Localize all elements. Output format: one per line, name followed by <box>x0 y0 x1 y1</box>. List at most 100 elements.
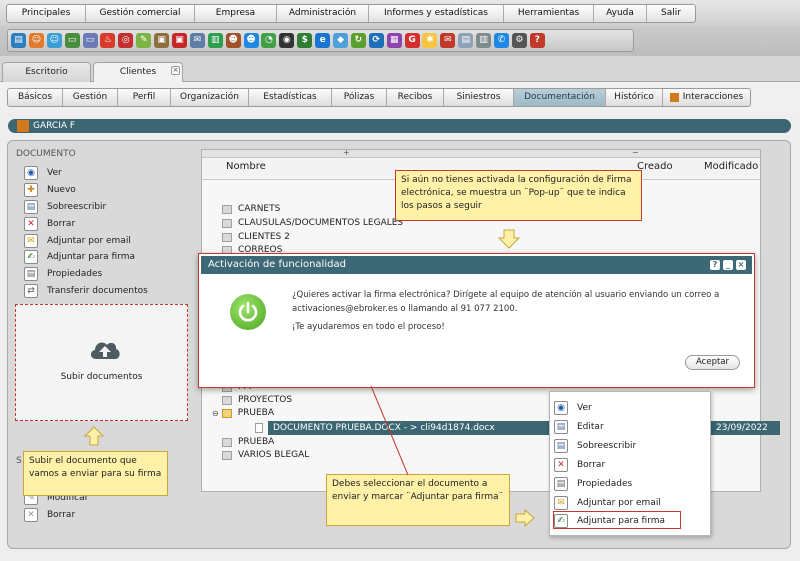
action-propiedades[interactable]: ▤ Propiedades <box>24 266 102 281</box>
phone-icon[interactable]: ✆ <box>494 33 510 48</box>
subtab-perfil[interactable]: Perfil <box>118 89 171 106</box>
menu-salir[interactable]: Salir <box>647 5 695 22</box>
action-adjuntar-email[interactable]: ✉ Adjuntar por email <box>24 233 131 248</box>
refresh-icon[interactable]: ↻ <box>350 33 366 48</box>
navigation-icon[interactable]: ◆ <box>333 33 349 48</box>
menu-herramientas[interactable]: Herramientas <box>504 5 594 22</box>
close-tab-icon[interactable]: × <box>171 66 180 75</box>
ctx-propiedades[interactable]: ▤ Propiedades <box>554 475 632 492</box>
subtab-interacciones[interactable]: Interacciones <box>663 89 750 106</box>
envelope-icon[interactable]: ✉ <box>440 33 456 48</box>
ctx-adjuntar-email[interactable]: ✉ Adjuntar por email <box>554 494 661 511</box>
action-sobreescribir[interactable]: ▤ Sobreescribir <box>24 199 106 214</box>
subtab-recibos[interactable]: Recibos <box>387 89 444 106</box>
sync-icon[interactable]: ⟳ <box>368 33 384 48</box>
google-icon[interactable]: G <box>404 33 420 48</box>
tab-clientes[interactable]: Clientes × <box>93 62 183 83</box>
action-sobreescribir-label: Sobreescribir <box>47 201 107 212</box>
folder-prueba-open[interactable]: ⊖ PRUEBA <box>212 407 274 419</box>
menu-principales[interactable]: Principales <box>7 5 86 22</box>
contact-icon[interactable]: ☺ <box>46 33 62 48</box>
subtab-estadisticas[interactable]: Estadísticas <box>249 89 332 106</box>
action-transferir[interactable]: ⇄ Transferir documentos <box>24 283 148 298</box>
target-icon[interactable]: ◎ <box>118 33 134 48</box>
eye-icon: ◉ <box>24 165 38 180</box>
ctx-ver[interactable]: ◉ Ver <box>554 399 592 416</box>
ctx-adjuntar-email-label: Adjuntar por email <box>577 497 661 508</box>
subtab-organizacion[interactable]: Organización <box>171 89 249 106</box>
lightbulb-icon[interactable]: ✱ <box>422 33 438 48</box>
eye-icon: ◉ <box>554 400 568 415</box>
action-borrar-2[interactable]: ✕ Borrar <box>24 507 75 522</box>
help-icon[interactable]: ? <box>529 33 545 48</box>
properties-icon: ▤ <box>24 266 38 281</box>
plug-icon[interactable]: ⚙ <box>511 33 527 48</box>
tab-escritorio[interactable]: Escritorio <box>2 62 91 82</box>
users-icon[interactable]: ☻ <box>243 33 259 48</box>
tree-collapse-icon[interactable]: ⊖ <box>212 409 219 418</box>
pencil-icon[interactable]: ✎ <box>136 33 152 48</box>
screen-icon[interactable]: ▭ <box>82 33 98 48</box>
subtab-basicos[interactable]: Básicos <box>8 89 63 106</box>
email-attach-icon: ✉ <box>554 495 568 510</box>
stamp-icon[interactable]: ✉ <box>189 33 205 48</box>
subtab-historico[interactable]: Histórico <box>606 89 663 106</box>
callout-upload: Subir el documento que vamos a enviar pa… <box>23 451 168 496</box>
delete-disabled-icon: ✕ <box>24 507 38 522</box>
folder-clausulas[interactable]: CLAUSULAS/DOCUMENTOS LEGALES <box>222 217 403 229</box>
browser-icon[interactable]: e <box>315 33 331 48</box>
upload-dropzone[interactable]: Subir documentos <box>15 304 188 421</box>
subtab-siniestros[interactable]: Siniestros <box>444 89 514 106</box>
column-modificado[interactable]: Modificado <box>704 161 758 172</box>
ctx-borrar[interactable]: ✕ Borrar <box>554 456 605 473</box>
folder-carnets[interactable]: CARNETS <box>222 203 280 215</box>
minimize-icon[interactable]: _ <box>723 260 733 270</box>
money-icon[interactable]: $ <box>297 33 313 48</box>
close-icon[interactable]: × <box>736 260 746 270</box>
briefcase-icon[interactable]: ▣ <box>154 33 170 48</box>
edit-document-icon: ▤ <box>554 419 568 434</box>
menu-administracion[interactable]: Administración <box>277 5 369 22</box>
menu-empresa[interactable]: Empresa <box>195 5 277 22</box>
fire-icon[interactable]: ♨ <box>100 33 116 48</box>
person-icon[interactable]: ☺ <box>28 33 44 48</box>
ctx-adjuntar-firma[interactable]: ✍ Adjuntar para firma <box>554 512 665 529</box>
action-adjuntar-firma[interactable]: ✍ Adjuntar para firma <box>24 249 135 264</box>
subtab-polizas[interactable]: Pólizas <box>332 89 387 106</box>
column-nombre[interactable]: Nombre <box>226 161 266 172</box>
document-file[interactable] <box>255 422 269 434</box>
accept-button[interactable]: Aceptar <box>685 355 740 370</box>
main-menubar: Principales Gestión comercial Empresa Ad… <box>0 0 800 26</box>
chart-icon[interactable]: ◔ <box>261 33 277 48</box>
documents-icon[interactable]: ▤ <box>11 33 26 48</box>
ctx-editar[interactable]: ▤ Editar <box>554 418 604 435</box>
subtab-documentacion[interactable]: Documentación <box>514 89 606 106</box>
card-icon[interactable]: ▭ <box>64 33 80 48</box>
folder-prueba-2[interactable]: PRUEBA <box>222 436 274 448</box>
action-borrar[interactable]: ✕ Borrar <box>24 216 75 231</box>
calendar-icon[interactable]: ▦ <box>386 33 402 48</box>
dialog-title: Activación de funcionalidad <box>208 259 346 270</box>
ctx-sobreescribir[interactable]: ▤ Sobreescribir <box>554 437 636 454</box>
action-ver[interactable]: ◉ Ver <box>24 165 62 180</box>
folder-clientes2[interactable]: CLIENTES 2 <box>222 231 290 243</box>
building-icon[interactable]: ▥ <box>207 33 223 48</box>
agent-icon[interactable]: ☻ <box>225 33 241 48</box>
menu-ayuda[interactable]: Ayuda <box>594 5 647 22</box>
clipboard-icon[interactable]: ▥ <box>476 33 492 48</box>
gauge-icon[interactable]: ◉ <box>279 33 295 48</box>
folder-proyectos[interactable]: PROYECTOS <box>222 394 292 406</box>
menu-informes[interactable]: Informes y estadísticas <box>369 5 504 22</box>
expand-icon[interactable]: + <box>343 148 350 157</box>
note-icon[interactable]: ▤ <box>458 33 474 48</box>
subtab-gestion[interactable]: Gestión <box>63 89 118 106</box>
action-nuevo[interactable]: ✚ Nuevo <box>24 182 76 197</box>
collapse-icon[interactable]: − <box>632 148 639 157</box>
folder-icon <box>222 395 232 405</box>
toolbox-icon[interactable]: ▣ <box>172 33 188 48</box>
delete-icon: ✕ <box>24 216 38 231</box>
column-creado[interactable]: Creado <box>637 161 673 172</box>
menu-gestion-comercial[interactable]: Gestión comercial <box>86 5 195 22</box>
help-icon[interactable]: ? <box>710 260 720 270</box>
folder-varios-blegal[interactable]: VARIOS BLEGAL <box>222 449 309 461</box>
